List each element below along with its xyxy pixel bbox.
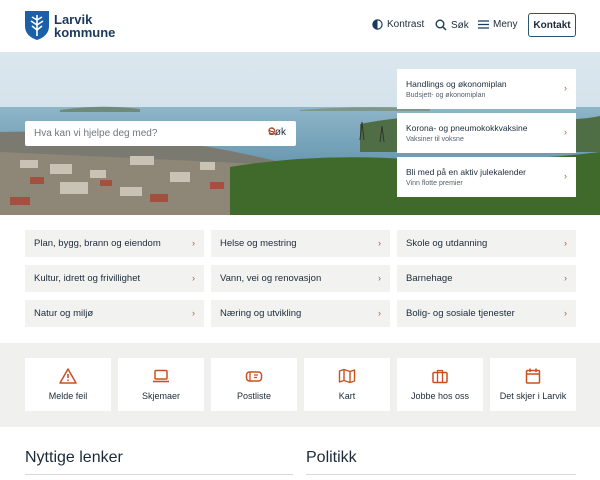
category-link[interactable]: Natur og miljø › [25, 300, 204, 327]
menu-label: Meny [493, 19, 518, 30]
quick-link-skjemaer[interactable]: Skjemaer [118, 358, 204, 411]
contact-button[interactable]: Kontakt [528, 13, 576, 37]
category-link[interactable]: Kultur, idrett og frivillighet › [25, 265, 204, 292]
category-link[interactable]: Vann, vei og renovasjon › [211, 265, 390, 292]
chevron-right-icon: › [192, 308, 195, 318]
search-label: Søk [451, 19, 469, 31]
section-heading-useful-links: Nyttige lenker [25, 449, 123, 466]
category-link[interactable]: Helse og mestring › [211, 230, 390, 257]
logo-text: Larvik kommune [54, 13, 115, 39]
hero-card-subtitle: Budsjett- og økonomiplan [406, 92, 486, 99]
chevron-right-icon: › [564, 83, 567, 93]
contrast-icon [372, 19, 383, 30]
site-search-field[interactable]: Hva kan vi hjelpe deg med? Søk [25, 121, 296, 146]
category-label: Vann, vei og renovasjon [220, 273, 322, 284]
contrast-button[interactable]: Kontrast [372, 19, 424, 30]
category-label: Skole og utdanning [406, 238, 488, 249]
chevron-right-icon: › [192, 273, 195, 283]
hero-card[interactable]: Korona- og pneumokokkvaksine Vaksiner ti… [397, 113, 576, 153]
search-input[interactable]: Hva kan vi hjelpe deg med? [34, 128, 157, 139]
briefcase-icon [432, 369, 448, 384]
brand-line-2: kommune [54, 24, 116, 40]
quick-link-label: Skjemaer [141, 391, 180, 401]
chevron-right-icon: › [378, 238, 381, 248]
category-link[interactable]: Næring og utvikling › [211, 300, 390, 327]
quick-link-kart[interactable]: Kart [304, 358, 390, 411]
brand-line-1: Larvik [54, 11, 93, 27]
hero-card-subtitle: Vaksiner til voksne [406, 136, 464, 143]
chevron-right-icon: › [564, 127, 567, 137]
category-link[interactable]: Skole og utdanning › [397, 230, 576, 257]
quick-link-det-skjer[interactable]: Det skjer i Larvik [490, 358, 576, 411]
quick-link-label: Kart [338, 391, 356, 401]
warning-icon [59, 368, 77, 384]
quick-link-label: Melde feil [48, 391, 88, 401]
logo[interactable]: Larvik kommune [24, 10, 115, 41]
hero-banner: Hva kan vi hjelpe deg med? Søk Handlings… [0, 52, 600, 215]
chevron-right-icon: › [564, 238, 567, 248]
chevron-right-icon: › [564, 273, 567, 283]
quick-link-jobbe-hos-oss[interactable]: Jobbe hos oss [397, 358, 483, 411]
quick-link-label: Det skjer i Larvik [499, 391, 567, 401]
quick-link-postliste[interactable]: Postliste [211, 358, 297, 411]
hero-card[interactable]: Bli med på en aktiv julekalender Vinn fl… [397, 157, 576, 197]
quick-link-label: Jobbe hos oss [410, 391, 470, 401]
search-submit-button[interactable]: Søk [268, 127, 286, 138]
search-icon [268, 127, 277, 136]
site-header: Larvik kommune Kontrast Søk Meny Kontakt [0, 0, 600, 52]
hero-card-subtitle: Vinn flotte premier [406, 180, 463, 187]
quick-link-label: Postliste [236, 391, 271, 401]
coat-of-arms-icon [25, 11, 49, 40]
category-label: Barnehage [406, 273, 453, 284]
hero-card-title: Korona- og pneumokokkvaksine [406, 123, 528, 133]
chevron-right-icon: › [378, 308, 381, 318]
divider [25, 474, 293, 475]
calendar-icon [525, 368, 541, 384]
chevron-right-icon: › [564, 171, 567, 181]
category-label: Bolig- og sosiale tjenester [406, 308, 515, 319]
search-icon [435, 19, 447, 31]
hero-card[interactable]: Handlings og økonomiplan Budsjett- og øk… [397, 69, 576, 109]
quick-link-melde-feil[interactable]: Melde feil [25, 358, 111, 411]
hero-card-title: Handlings og økonomiplan [406, 79, 507, 89]
chevron-right-icon: › [192, 238, 195, 248]
category-label: Næring og utvikling [220, 308, 302, 319]
mailbox-icon [245, 371, 263, 382]
hero-card-title: Bli med på en aktiv julekalender [406, 167, 527, 177]
chevron-right-icon: › [564, 308, 567, 318]
chevron-right-icon: › [378, 273, 381, 283]
category-label: Kultur, idrett og frivillighet [34, 273, 141, 284]
hamburger-icon [478, 20, 489, 29]
contrast-label: Kontrast [387, 19, 425, 30]
header-search-button[interactable]: Søk [435, 19, 469, 31]
category-label: Plan, bygg, brann og eiendom [34, 238, 161, 249]
category-label: Helse og mestring [220, 238, 297, 249]
laptop-icon [153, 369, 169, 383]
category-link[interactable]: Bolig- og sosiale tjenester › [397, 300, 576, 327]
menu-button[interactable]: Meny [478, 19, 517, 30]
category-link[interactable]: Barnehage › [397, 265, 576, 292]
map-icon [338, 368, 356, 384]
section-heading-politics: Politikk [306, 449, 357, 466]
category-link[interactable]: Plan, bygg, brann og eiendom › [25, 230, 204, 257]
divider [306, 474, 576, 475]
category-label: Natur og miljø [34, 308, 94, 319]
